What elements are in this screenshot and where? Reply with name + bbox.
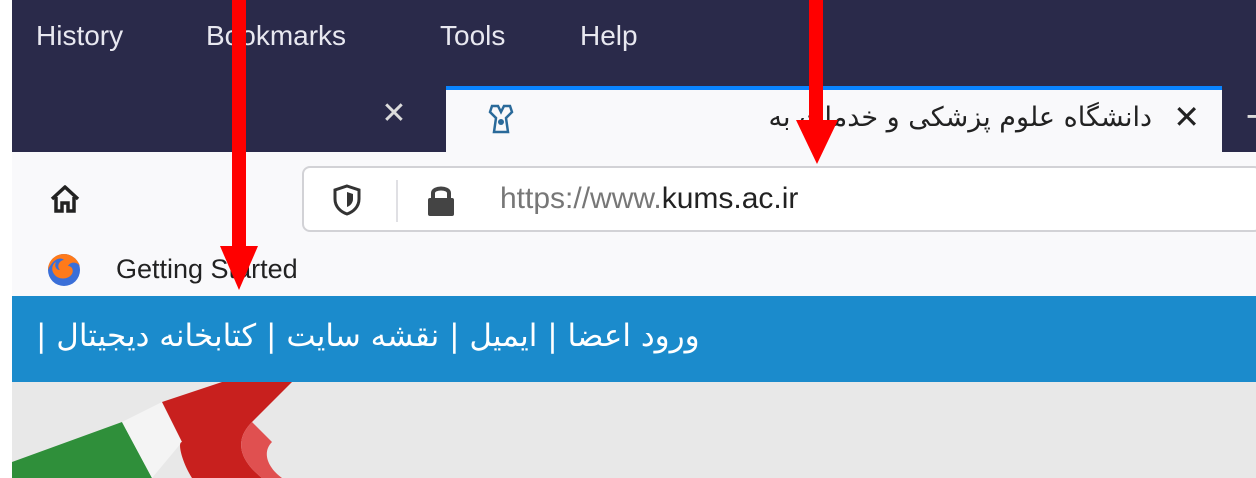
firefox-icon [48, 254, 80, 286]
url-domain: kums.ac.ir [661, 182, 799, 215]
navigation-bar: https://www.kums.ac.ir [12, 152, 1256, 244]
menu-history[interactable]: History [36, 20, 123, 52]
arrow-down-icon [796, 0, 838, 164]
tab-strip: ✕ دانشگاه علوم پزشکی و خدمات به ✕ + [12, 80, 1256, 152]
shield-icon[interactable] [332, 184, 362, 216]
url-text[interactable]: https://www.kums.ac.ir [500, 182, 798, 216]
lock-icon[interactable] [424, 182, 458, 218]
home-icon[interactable] [48, 182, 82, 216]
site-nav-links[interactable]: ورود اعضا | ایمیل | نقشه سایت | کتابخانه… [36, 318, 700, 354]
favicon [488, 104, 514, 134]
menu-tools[interactable]: Tools [440, 20, 505, 52]
url-bar[interactable]: https://www.kums.ac.ir [302, 166, 1256, 232]
close-icon[interactable]: ✕ [372, 92, 416, 136]
site-nav-bar: ورود اعضا | ایمیل | نقشه سایت | کتابخانه… [12, 296, 1256, 382]
new-tab-button[interactable]: + [1244, 96, 1256, 136]
arrow-down-icon [220, 0, 258, 290]
site-logo [12, 382, 292, 478]
menu-help[interactable]: Help [580, 20, 638, 52]
url-divider [396, 180, 398, 222]
close-icon[interactable]: ✕ [1173, 98, 1200, 136]
bookmarks-toolbar: Getting Started [12, 244, 1256, 296]
menu-bar: History Bookmarks Tools Help [12, 0, 1256, 80]
url-prefix: https://www. [500, 182, 662, 215]
bookmark-getting-started[interactable]: Getting Started [116, 254, 298, 285]
page-content [12, 382, 1256, 478]
